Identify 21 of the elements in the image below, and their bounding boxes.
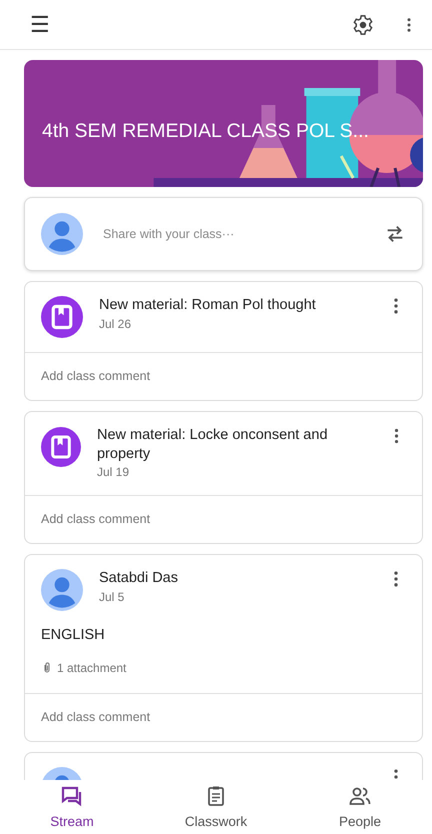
material-icon bbox=[41, 426, 81, 468]
nav-tab[interactable]: Classwork bbox=[144, 780, 288, 834]
post-title: Satabdi Das bbox=[99, 569, 179, 588]
nav-tab[interactable]: Stream bbox=[0, 780, 144, 834]
post-title: New material: Locke onconsent and property bbox=[96, 426, 329, 464]
avatar-icon bbox=[41, 569, 83, 612]
avatar-icon bbox=[41, 213, 83, 255]
attachment-count[interactable]: 1 attachment bbox=[57, 658, 126, 677]
post-date: Jul 5 bbox=[99, 589, 126, 606]
nav-tab[interactable]: People bbox=[288, 780, 432, 834]
post-title: New material: Roman Pol thought bbox=[99, 296, 317, 315]
post-text: ENGLISH bbox=[40, 626, 106, 646]
post-date: Jul 19 bbox=[96, 464, 130, 482]
material-icon bbox=[41, 296, 83, 338]
comment-field[interactable]: Add class comment bbox=[25, 352, 422, 400]
menu-button[interactable]: ☰ bbox=[30, 14, 50, 36]
settings-icon[interactable] bbox=[352, 14, 374, 36]
comment-field[interactable]: Add class comment bbox=[25, 495, 422, 544]
comment-field[interactable]: Add class comment bbox=[25, 692, 422, 741]
post-date: Jul 26 bbox=[99, 316, 132, 333]
share-field[interactable]: Share with your class··· bbox=[101, 224, 366, 244]
